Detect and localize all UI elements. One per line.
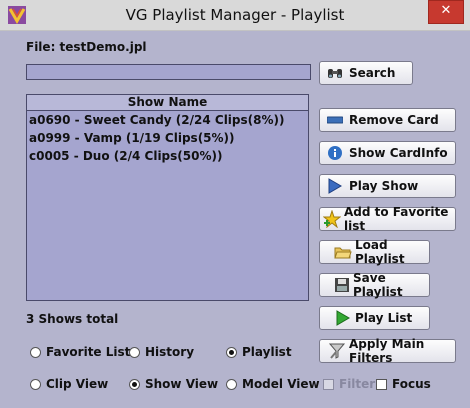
radio-indicator — [129, 346, 140, 358]
binoculars-icon — [326, 64, 344, 82]
save-playlist-label: Save Playlist — [353, 271, 403, 299]
radio-label: Clip View — [46, 377, 109, 391]
play-list-label: Play List — [355, 311, 413, 325]
play-show-button[interactable]: Play Show — [319, 174, 456, 198]
search-button-label: Search — [349, 66, 396, 80]
show-cardinfo-button[interactable]: Show CardInfo — [319, 141, 456, 165]
radio-indicator — [30, 378, 41, 390]
show-list: Show Name a0690 - Sweet Candy (2/24 Clip… — [26, 94, 309, 301]
title-bar: VG Playlist Manager - Playlist ✕ — [0, 0, 470, 31]
radio-model-view[interactable]: Model View — [226, 377, 320, 391]
radio-indicator — [226, 378, 237, 390]
load-playlist-label: Load Playlist — [355, 238, 405, 266]
apply-filters-label: Apply Main Filters — [349, 337, 425, 365]
column-header-show-name[interactable]: Show Name — [27, 95, 308, 111]
radio-favorite-list[interactable]: Favorite List — [30, 345, 130, 359]
playlist-manager-window: VG Playlist Manager - Playlist ✕ File: t… — [0, 0, 470, 408]
radio-history[interactable]: History — [129, 345, 194, 359]
checkbox-box — [323, 378, 334, 390]
add-favorite-label: Add to Favorite list — [344, 205, 449, 233]
window-title: VG Playlist Manager - Playlist — [125, 6, 345, 24]
radio-label: Model View — [242, 377, 320, 391]
radio-label: Playlist — [242, 345, 292, 359]
search-button[interactable]: Search — [319, 61, 413, 85]
play-show-label: Play Show — [349, 179, 419, 193]
radio-indicator-selected — [226, 346, 237, 358]
file-label: File: testDemo.jpl — [26, 40, 147, 54]
radio-label: Show View — [145, 377, 219, 391]
list-item[interactable]: a0999 - Vamp (1/19 Clips(5%)) — [27, 129, 308, 147]
load-playlist-button[interactable]: Load Playlist — [319, 238, 430, 266]
list-item[interactable]: a0690 - Sweet Candy (2/24 Clips(8%)) — [27, 111, 308, 129]
save-playlist-button[interactable]: Save Playlist — [319, 271, 430, 299]
checkbox-label: Focus — [392, 377, 431, 391]
filter-tool-icon — [328, 342, 346, 360]
radio-clip-view[interactable]: Clip View — [30, 377, 108, 391]
info-icon — [326, 144, 344, 162]
radio-indicator-selected — [129, 378, 140, 390]
apply-main-filters-button[interactable]: Apply Main Filters — [319, 337, 456, 365]
green-play-icon — [334, 309, 352, 327]
play-list-button[interactable]: Play List — [319, 306, 430, 330]
radio-indicator — [30, 346, 41, 358]
focus-checkbox[interactable]: Focus — [376, 377, 431, 391]
show-cardinfo-label: Show CardInfo — [349, 146, 448, 160]
radio-label: History — [145, 345, 195, 359]
shows-total-label: 3 Shows total — [26, 312, 119, 326]
radio-playlist[interactable]: Playlist — [226, 345, 292, 359]
filter-checkbox[interactable]: Filter — [323, 377, 375, 391]
add-favorite-button[interactable]: Add to Favorite list — [319, 205, 456, 233]
play-icon — [326, 177, 344, 195]
search-input[interactable] — [26, 64, 311, 80]
client-area: File: testDemo.jpl Search Show Name a069… — [0, 31, 470, 408]
star-add-icon — [323, 210, 341, 228]
list-item[interactable]: c0005 - Duo (2/4 Clips(50%)) — [27, 147, 308, 165]
close-button[interactable]: ✕ — [428, 0, 464, 24]
checkbox-label: Filter — [339, 377, 376, 391]
folder-open-icon — [334, 243, 352, 261]
radio-label: Favorite List — [46, 345, 131, 359]
floppy-disk-icon — [334, 276, 350, 294]
radio-show-view[interactable]: Show View — [129, 377, 218, 391]
checkbox-box — [376, 378, 387, 390]
minus-bar-icon — [326, 111, 344, 129]
remove-card-label: Remove Card — [349, 113, 439, 127]
remove-card-button[interactable]: Remove Card — [319, 108, 456, 132]
